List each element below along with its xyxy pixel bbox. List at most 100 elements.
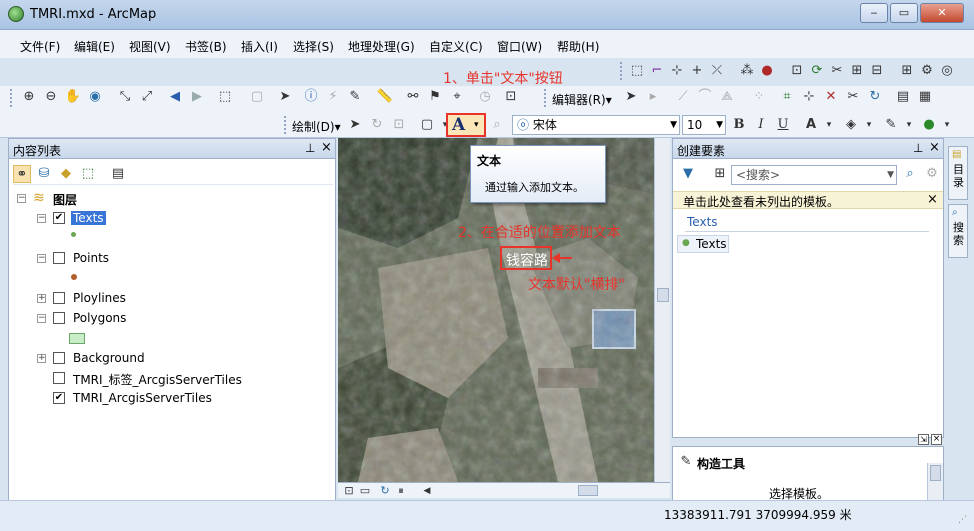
split-icon[interactable]: ✂	[844, 88, 862, 106]
color-ball-icon[interactable]: ●	[758, 62, 776, 80]
horizontal-scroll-thumb[interactable]	[578, 485, 598, 496]
menu-select[interactable]: 选择(S)	[293, 38, 334, 55]
collapse-icon[interactable]: ⇲	[918, 434, 929, 445]
edit-vertices-icon[interactable]: ⌐	[648, 62, 666, 80]
edit-vertices-tool-icon[interactable]: ⌗	[778, 88, 796, 106]
menu-view[interactable]: 视图(V)	[129, 38, 171, 55]
straight-segment-icon[interactable]: ⟋	[674, 88, 692, 106]
chevron-down-icon[interactable]: ▾	[860, 116, 878, 134]
clear-selection-icon[interactable]: ▢	[248, 88, 266, 106]
reshape-icon[interactable]: ⤫	[708, 62, 726, 80]
select-elements-icon[interactable]: ➤	[276, 88, 294, 106]
search-options-icon[interactable]: ⚙	[923, 165, 941, 183]
zoom-in-icon[interactable]: ⊕	[20, 88, 38, 106]
maximize-button[interactable]: ▭	[890, 3, 918, 23]
menu-customize[interactable]: 自定义(C)	[429, 38, 483, 55]
layer-name-ploylines[interactable]: Ploylines	[73, 291, 126, 305]
filter-icon[interactable]: ▼	[679, 165, 697, 183]
editor-menu[interactable]: 编辑器(R)▾	[552, 91, 612, 108]
expand-toggle[interactable]: +	[37, 294, 46, 303]
map-view[interactable]: 文本 通过输入添加文本。 2、在合适的位置添加文本 钱容路 文本默认"横排"	[338, 138, 670, 498]
back-arrow-icon[interactable]: ◀	[166, 88, 184, 106]
vertical-scrollbar[interactable]	[927, 463, 943, 503]
catalog-tab[interactable]: ▤ 目录	[948, 146, 968, 200]
time-slider-icon[interactable]: ◷	[476, 88, 494, 106]
full-extent-globe-icon[interactable]: ◉	[86, 88, 104, 106]
hyperlink-icon[interactable]: ⚡	[324, 88, 342, 106]
line-color-icon[interactable]: ✎	[882, 116, 900, 134]
point-icon[interactable]: ⁘	[750, 88, 768, 106]
close-icon[interactable]: ×	[927, 192, 938, 207]
close-icon[interactable]: ×	[929, 140, 940, 155]
layer-checkbox-label-tiles[interactable]	[53, 372, 65, 384]
refresh-icon[interactable]: ⟳	[808, 62, 826, 80]
close-button[interactable]: ✕	[920, 3, 964, 23]
menu-edit[interactable]: 编辑(E)	[74, 38, 115, 55]
font-size-select[interactable]: 10 ▼	[682, 115, 726, 135]
chevron-down-icon[interactable]: ▾	[938, 116, 956, 134]
layer-checkbox-points[interactable]	[53, 252, 65, 264]
collapse-toggle[interactable]: −	[37, 254, 46, 263]
pan-hand-icon[interactable]: ✋	[64, 88, 82, 106]
close-icon[interactable]: ×	[321, 140, 332, 155]
layer-name-texts[interactable]: Texts	[71, 211, 106, 225]
zoom-out-icon[interactable]: ⊖	[42, 88, 60, 106]
fill-color-icon[interactable]: ◈	[842, 116, 860, 134]
font-color-icon[interactable]: A	[802, 116, 820, 134]
select-elements-icon[interactable]: ➤	[346, 116, 364, 134]
map-vertical-scrollbar[interactable]	[654, 138, 670, 482]
menu-help[interactable]: 帮助(H)	[557, 38, 599, 55]
pause-icon[interactable]: ⏸	[392, 482, 410, 500]
layer-checkbox-polygons[interactable]	[53, 312, 65, 324]
layer-name-label-tiles[interactable]: TMRI_标签_ArcgisServerTiles	[73, 371, 242, 388]
list-by-source-icon[interactable]: ⛁	[35, 165, 53, 183]
options-icon[interactable]: ▤	[109, 165, 127, 183]
fixed-zoom-icon[interactable]: ⊞	[898, 62, 916, 80]
collapse-toggle[interactable]: −	[37, 314, 46, 323]
layer-checkbox-background[interactable]	[53, 352, 65, 364]
pin-icon[interactable]: ⊥	[913, 141, 923, 155]
menu-insert[interactable]: 插入(I)	[241, 38, 278, 55]
measure-icon[interactable]: 📏	[376, 88, 394, 106]
map-text-label-box[interactable]: 钱容路	[500, 246, 552, 270]
layout-icon[interactable]: ⊟	[868, 62, 886, 80]
scroll-thumb[interactable]	[930, 465, 941, 481]
select-tool-icon[interactable]: ⬚	[628, 62, 646, 80]
list-by-selection-icon[interactable]: ⬚	[79, 165, 97, 183]
layer-checkbox-ploylines[interactable]	[53, 292, 65, 304]
find-route-icon[interactable]: ⚑	[426, 88, 444, 106]
menu-bookmarks[interactable]: 书签(B)	[185, 38, 227, 55]
text-tool-extra-icon[interactable]: ⌕	[488, 116, 506, 134]
search-tab[interactable]: ⌕ 搜索	[948, 204, 968, 258]
move-icon[interactable]: ⊹	[668, 62, 686, 80]
select-features-icon[interactable]: ⬚	[216, 88, 234, 106]
font-name-select[interactable]: ⓞ 宋体 ▼	[512, 115, 680, 135]
layer-name-server-tiles[interactable]: TMRI_ArcgisServerTiles	[73, 391, 212, 405]
sketch-icon[interactable]: ⁂	[738, 62, 756, 80]
layer-checkbox-texts[interactable]: ✔	[53, 212, 65, 224]
search-icon[interactable]: ⌕	[901, 165, 919, 183]
go-to-xy-icon[interactable]: ⌖	[448, 88, 466, 106]
fixed-zoom-in-icon[interactable]: ⤡	[116, 88, 134, 106]
trace-icon[interactable]: ⟁	[718, 88, 736, 106]
attributes-icon[interactable]: ▤	[894, 88, 912, 106]
rotate-icon[interactable]: ↻	[866, 88, 884, 106]
topology-icon[interactable]: ⊡	[788, 62, 806, 80]
end-point-arc-icon[interactable]: ⌒	[696, 88, 714, 106]
text-tool-button[interactable]: A ▾	[446, 113, 486, 137]
chevron-down-icon[interactable]: ▾	[820, 116, 838, 134]
template-item-texts[interactable]: ● Texts	[677, 235, 729, 253]
collapse-toggle[interactable]: −	[17, 194, 26, 203]
list-by-visibility-icon[interactable]: ◆	[57, 165, 75, 183]
reshape-feature-icon[interactable]: ⊹	[800, 88, 818, 106]
settings-icon[interactable]: ⚙	[918, 62, 936, 80]
rectangle-icon[interactable]: ▢	[418, 116, 436, 134]
sketch-properties-icon[interactable]: ▦	[916, 88, 934, 106]
collapse-toggle[interactable]: −	[37, 214, 46, 223]
template-search-input[interactable]: <搜索> ▼	[731, 165, 897, 185]
zoom-to-selected-icon[interactable]: ⊡	[390, 116, 408, 134]
create-viewer-icon[interactable]: ⊡	[502, 88, 520, 106]
chevron-down-icon[interactable]: ▾	[900, 116, 918, 134]
layout-view-icon[interactable]: ▭	[356, 482, 374, 500]
cut-polygons-icon[interactable]: ✕	[822, 88, 840, 106]
